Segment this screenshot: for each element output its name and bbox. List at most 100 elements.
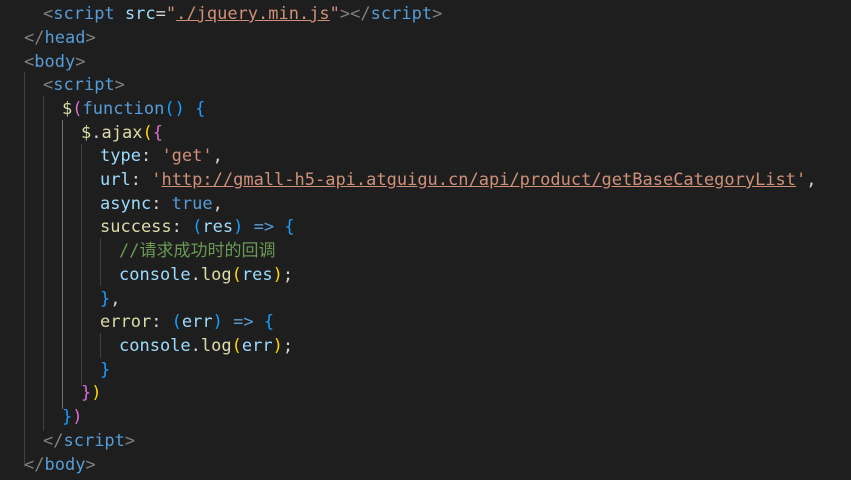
indent-guide [24, 72, 25, 467]
code-token: err [181, 312, 213, 332]
code-token: > [114, 75, 125, 95]
code-token: { [152, 123, 163, 143]
code-token: < [24, 52, 35, 72]
code-token: script [53, 75, 115, 95]
code-token: > [75, 52, 86, 72]
code-token: " [165, 4, 177, 24]
code-token: script [53, 4, 115, 24]
code-token: src [124, 4, 156, 24]
code-token: < [43, 4, 54, 24]
code-token: </ [43, 431, 64, 451]
code-token: log [200, 265, 232, 285]
code-token: > [85, 455, 96, 475]
code-token: : [151, 312, 172, 332]
code-token: } [100, 289, 111, 309]
code-token: ) [91, 383, 102, 403]
code-token: . [91, 123, 102, 143]
indent-guide [81, 144, 82, 386]
code-token: ></ [339, 4, 371, 24]
code-token: $ [81, 123, 92, 143]
code-token: ) [272, 265, 283, 285]
code-token: , [806, 170, 817, 190]
code-token: body [44, 455, 86, 475]
code-token: success [100, 217, 172, 237]
code-text: <body> [24, 51, 85, 75]
code-token: { [263, 312, 275, 332]
code-token: > [85, 28, 96, 48]
code-text: } [100, 359, 110, 383]
code-token: ) [272, 336, 283, 356]
code-token: ' [796, 170, 807, 190]
code-text: console.log(res); [119, 264, 293, 288]
code-token: ( [171, 312, 182, 332]
code-token: { [195, 99, 206, 119]
code-token: </ [24, 28, 45, 48]
code-token: : [171, 217, 193, 237]
code-token: : [130, 170, 152, 190]
code-token: ; [282, 265, 294, 285]
code-token: ( [142, 123, 153, 143]
code-text: $(function() { [62, 98, 205, 122]
code-text: console.log(err); [119, 335, 293, 359]
code-token: } [62, 407, 73, 427]
code-token: ( [192, 217, 203, 237]
code-token: $ [62, 99, 73, 119]
code-token: true [171, 194, 213, 214]
code-token: , [212, 194, 223, 214]
code-text: <script src="./jquery.min.js"></script> [43, 3, 442, 27]
code-token: script [370, 4, 433, 24]
code-text: //请求成功时的回调 [119, 240, 275, 264]
code-text: success: (res) => { [100, 216, 295, 240]
code-text: }, [100, 288, 121, 312]
code-token: ( [72, 99, 83, 119]
code-token: , [110, 289, 121, 309]
code-token: async [100, 194, 152, 214]
indent-guide [62, 120, 63, 409]
code-token: : [140, 146, 162, 166]
code-token: } [81, 383, 92, 403]
code-token: () [164, 99, 196, 119]
code-token: error [100, 312, 152, 332]
code-text: type: 'get', [100, 145, 223, 169]
code-token: </ [24, 455, 45, 475]
code-text: </body> [24, 454, 96, 478]
code-text: }) [81, 382, 102, 406]
code-token: //请求成功时的回调 [119, 241, 276, 261]
code-token: body [34, 52, 76, 72]
code-text: </head> [24, 27, 96, 51]
code-text: <script> [43, 74, 125, 98]
code-token: head [44, 28, 86, 48]
code-token: , [212, 146, 223, 166]
code-token: ( [231, 336, 242, 356]
code-text: </script> [43, 430, 135, 454]
code-token: log [200, 336, 232, 356]
code-text: error: (err) => { [100, 311, 274, 335]
code-token: . [190, 265, 201, 285]
code-token: ) [212, 312, 223, 332]
code-token: . [190, 336, 201, 356]
code-token: res [241, 265, 273, 285]
code-token: res [202, 217, 234, 237]
indent-guide [100, 333, 101, 358]
code-token: function [82, 99, 165, 119]
code-token: err [241, 336, 273, 356]
code-token: ) [233, 217, 244, 237]
code-token: { [284, 217, 295, 237]
code-token: => [253, 217, 275, 237]
code-token: ) [72, 407, 83, 427]
code-token: => [233, 312, 254, 332]
code-editor[interactable]: <script src="./jquery.min.js"></script> … [0, 0, 851, 480]
indent-guide [43, 96, 44, 431]
code-token: ./jquery.min.js [176, 4, 330, 24]
code-token: type [100, 146, 141, 166]
code-token: " [329, 4, 340, 24]
code-token: < [43, 75, 54, 95]
code-token: ' [151, 170, 162, 190]
code-token: > [124, 431, 136, 451]
code-token: script [63, 431, 125, 451]
